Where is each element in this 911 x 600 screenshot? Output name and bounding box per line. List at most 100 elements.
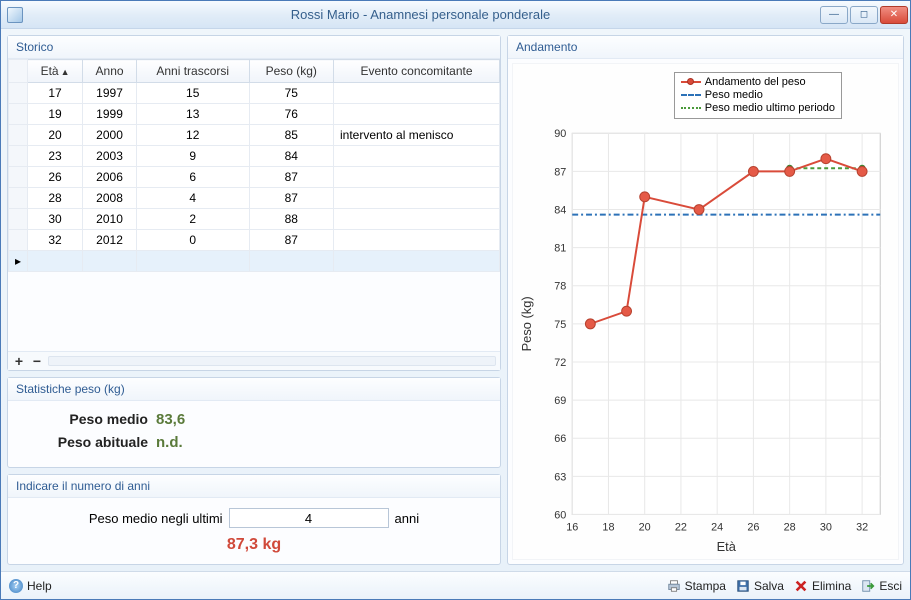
andamento-header: Andamento (508, 36, 903, 59)
minimize-button[interactable]: — (820, 6, 848, 24)
cell-eta[interactable]: 19 (28, 104, 83, 125)
horizontal-scrollbar[interactable] (48, 356, 496, 366)
cell-anno[interactable]: 1997 (83, 83, 137, 104)
table-row-new[interactable]: ▸ (9, 251, 500, 272)
peso-abituale-value: n.d. (156, 434, 183, 451)
col-trascorsi[interactable]: Anni trascorsi (136, 60, 249, 83)
content-area: Storico Età▲ Anno Anni trascorsi Peso (k… (1, 29, 910, 571)
cell-evento[interactable] (334, 146, 500, 167)
cell-anno[interactable]: 2008 (83, 188, 137, 209)
svg-text:24: 24 (711, 521, 723, 533)
col-evento[interactable]: Evento concomitante (334, 60, 500, 83)
cell-evento[interactable] (334, 188, 500, 209)
svg-text:69: 69 (554, 395, 566, 407)
table-row[interactable]: 322012087 (9, 230, 500, 251)
cell-eta[interactable]: 30 (28, 209, 83, 230)
cell-trascorsi[interactable]: 4 (136, 188, 249, 209)
col-peso[interactable]: Peso (kg) (249, 60, 334, 83)
cell-evento[interactable] (334, 104, 500, 125)
periodo-panel: Indicare il numero di anni Peso medio ne… (7, 474, 501, 565)
maximize-button[interactable]: ◻ (850, 6, 878, 24)
cell-trascorsi[interactable]: 0 (136, 230, 249, 251)
row-marker-current: ▸ (9, 251, 28, 272)
svg-text:90: 90 (554, 128, 566, 140)
row-marker-header (9, 60, 28, 83)
col-anno[interactable]: Anno (83, 60, 137, 83)
printer-icon (667, 579, 681, 593)
cell-eta[interactable]: 23 (28, 146, 83, 167)
svg-text:Età: Età (717, 539, 737, 554)
table-row[interactable]: 282008487 (9, 188, 500, 209)
statistiche-header: Statistiche peso (kg) (8, 378, 500, 401)
periodo-anni-input[interactable] (229, 508, 389, 528)
row-marker (9, 188, 28, 209)
cell-anno[interactable]: 2000 (83, 125, 137, 146)
add-row-button[interactable]: + (12, 354, 26, 368)
cell-peso[interactable]: 85 (249, 125, 334, 146)
stampa-button[interactable]: Stampa (667, 579, 726, 593)
svg-text:22: 22 (675, 521, 687, 533)
cell-eta[interactable]: 32 (28, 230, 83, 251)
svg-text:28: 28 (784, 521, 796, 533)
close-button[interactable]: ✕ (880, 6, 908, 24)
cell-evento[interactable] (334, 209, 500, 230)
cell-peso[interactable]: 76 (249, 104, 334, 125)
storico-toolbar: + − (8, 352, 500, 370)
cell-trascorsi[interactable]: 12 (136, 125, 249, 146)
storico-table-wrap[interactable]: Età▲ Anno Anni trascorsi Peso (kg) Event… (8, 59, 500, 352)
svg-text:18: 18 (602, 521, 614, 533)
cell-eta[interactable]: 28 (28, 188, 83, 209)
exit-icon (861, 579, 875, 593)
help-button[interactable]: ? Help (9, 579, 52, 593)
table-row[interactable]: 1919991376 (9, 104, 500, 125)
cell-peso[interactable]: 87 (249, 188, 334, 209)
col-eta[interactable]: Età▲ (28, 60, 83, 83)
svg-text:26: 26 (747, 521, 759, 533)
cell-peso[interactable]: 87 (249, 230, 334, 251)
esci-button[interactable]: Esci (861, 579, 902, 593)
cell-peso[interactable]: 87 (249, 167, 334, 188)
cell-peso[interactable]: 88 (249, 209, 334, 230)
periodo-prefix: Peso medio negli ultimi (89, 511, 223, 526)
save-icon (736, 579, 750, 593)
chart-svg: 6063666972757881848790161820222426283032… (513, 64, 898, 559)
cell-anno[interactable]: 1999 (83, 104, 137, 125)
cell-trascorsi[interactable]: 9 (136, 146, 249, 167)
row-marker (9, 104, 28, 125)
delete-icon (794, 579, 808, 593)
svg-text:32: 32 (856, 521, 868, 533)
cell-evento[interactable] (334, 167, 500, 188)
remove-row-button[interactable]: − (30, 354, 44, 368)
peso-abituale-label: Peso abituale (28, 434, 148, 450)
cell-trascorsi[interactable]: 15 (136, 83, 249, 104)
periodo-suffix: anni (395, 511, 420, 526)
table-row[interactable]: 232003984 (9, 146, 500, 167)
cell-eta[interactable]: 17 (28, 83, 83, 104)
cell-anno[interactable]: 2012 (83, 230, 137, 251)
cell-peso[interactable]: 75 (249, 83, 334, 104)
table-row[interactable]: 2020001285intervento al menisco (9, 125, 500, 146)
row-marker (9, 209, 28, 230)
window-controls: — ◻ ✕ (818, 6, 908, 24)
cell-trascorsi[interactable]: 2 (136, 209, 249, 230)
salva-button[interactable]: Salva (736, 579, 784, 593)
svg-text:Peso (kg): Peso (kg) (519, 296, 534, 351)
cell-evento[interactable]: intervento al menisco (334, 125, 500, 146)
cell-eta[interactable]: 20 (28, 125, 83, 146)
cell-anno[interactable]: 2006 (83, 167, 137, 188)
table-row[interactable]: 1719971575 (9, 83, 500, 104)
table-row[interactable]: 262006687 (9, 167, 500, 188)
elimina-button[interactable]: Elimina (794, 579, 851, 593)
cell-trascorsi[interactable]: 6 (136, 167, 249, 188)
cell-trascorsi[interactable]: 13 (136, 104, 249, 125)
storico-header: Storico (8, 36, 500, 59)
sort-asc-icon: ▲ (61, 67, 70, 77)
cell-eta[interactable]: 26 (28, 167, 83, 188)
cell-evento[interactable] (334, 230, 500, 251)
table-row[interactable]: 302010288 (9, 209, 500, 230)
cell-anno[interactable]: 2010 (83, 209, 137, 230)
svg-text:16: 16 (566, 521, 578, 533)
cell-evento[interactable] (334, 83, 500, 104)
cell-anno[interactable]: 2003 (83, 146, 137, 167)
cell-peso[interactable]: 84 (249, 146, 334, 167)
